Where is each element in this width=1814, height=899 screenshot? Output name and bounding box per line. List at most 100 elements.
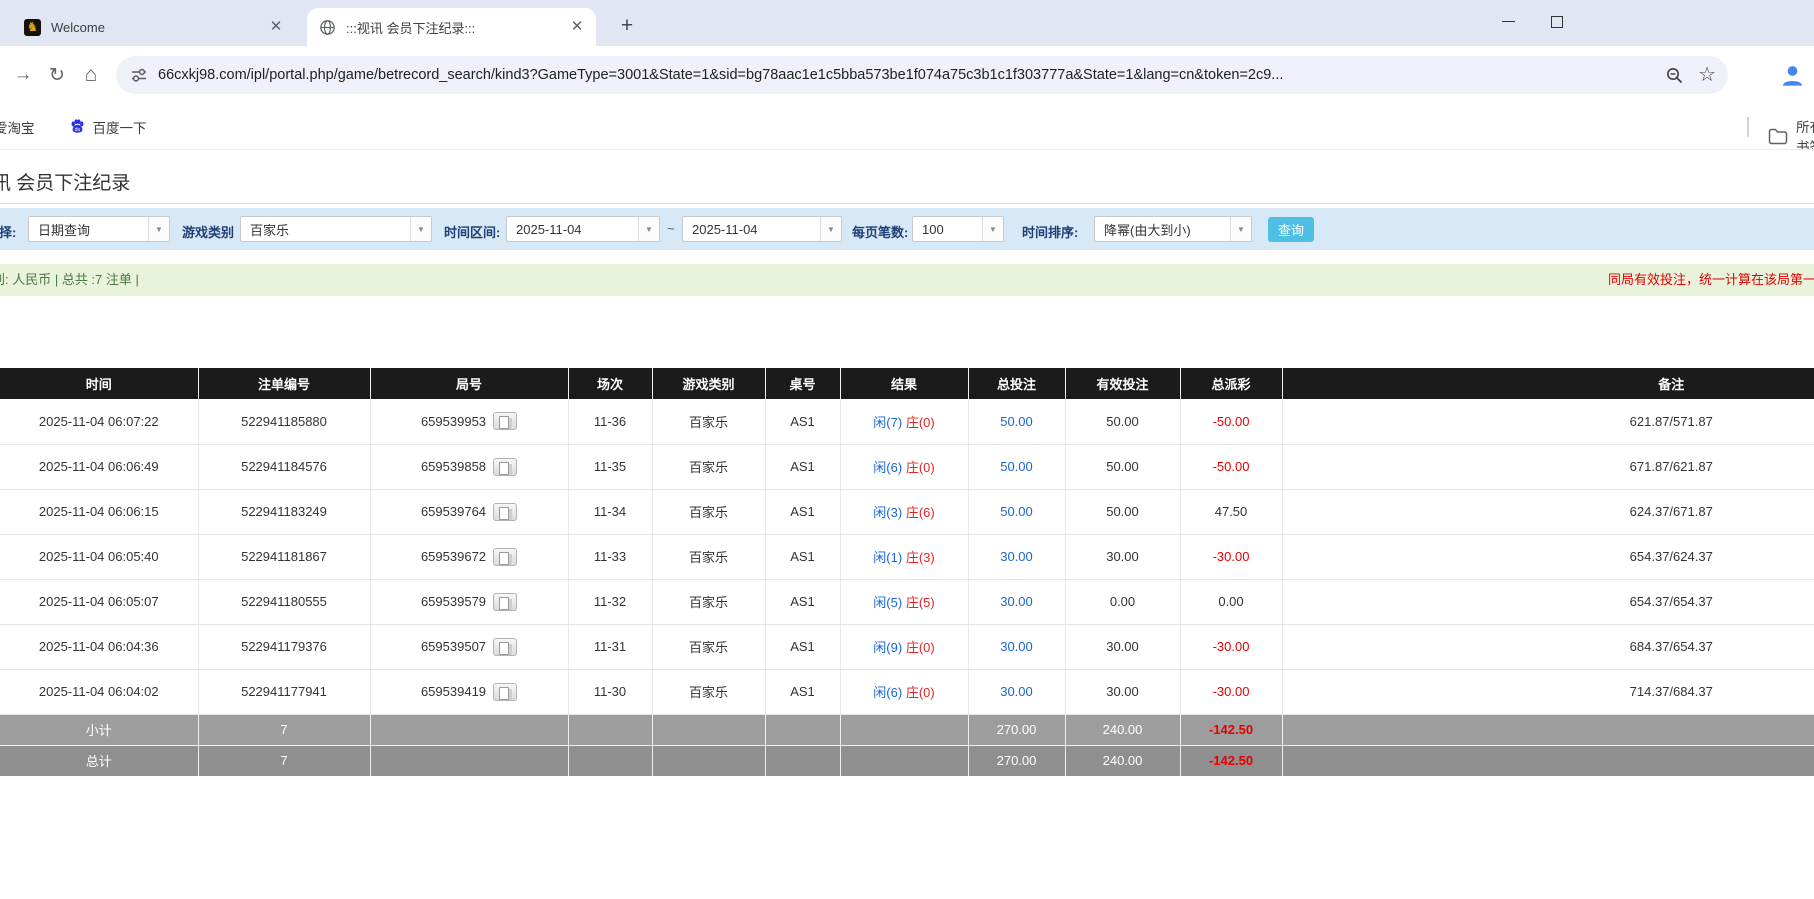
column-header: 备注 [1282, 368, 1814, 399]
cell-total-bet-link[interactable]: 50.00 [1000, 459, 1033, 474]
bookmark-star-icon[interactable]: ☆ [1698, 65, 1716, 85]
close-icon[interactable]: ✕ [267, 18, 285, 36]
page-size-select[interactable]: 100 ▼ [912, 216, 1004, 242]
cell-round-number: 659539579 [420, 594, 487, 609]
cell-total-bet-link[interactable]: 30.00 [1000, 639, 1033, 654]
cell-time: 2025-11-04 06:05:07 [38, 594, 159, 609]
zoom-icon[interactable] [1665, 66, 1684, 85]
new-tab-button[interactable]: + [614, 14, 640, 38]
bookmark-label: 爱淘宝 [0, 120, 35, 136]
query-type-select[interactable]: 日期查询 ▼ [28, 216, 170, 242]
card-preview-icon[interactable] [493, 682, 518, 701]
cell-time: 2025-11-04 06:06:15 [38, 504, 159, 519]
reload-icon[interactable]: ↻ [40, 64, 74, 87]
bookmark-taobao[interactable]: 爱淘宝 [0, 117, 35, 137]
chevron-down-icon[interactable]: ▼ [982, 217, 1003, 241]
chevron-down-icon[interactable]: ▼ [820, 217, 841, 241]
table-row: 2025-11-04 06:04:02 522941177941 659539419… [0, 669, 1814, 715]
cell-session: 11-34 [593, 504, 627, 519]
table-row: 2025-11-04 06:05:07 522941180555 659539579… [0, 579, 1814, 625]
cell-session: 11-32 [593, 594, 627, 609]
card-preview-icon[interactable] [493, 547, 518, 566]
summary-bar: 币别: 人民币 | 总共 :7 注单 | 同局有效投注，统一计算在该局第一张注单… [0, 264, 1814, 296]
result-player: 闲(5) [873, 595, 903, 610]
browser-toolbar: → ↻ ⌂ 66cxkj98.com/ipl/portal.php/game/b… [0, 46, 1814, 104]
footer-payout: -142.50 [1208, 753, 1254, 768]
cell-table-no: AS1 [790, 504, 815, 519]
column-header: 注单编号 [198, 368, 371, 399]
cell-game-type: 百家乐 [688, 505, 728, 520]
cell-table-no: AS1 [790, 459, 815, 474]
cell-session: 11-33 [593, 549, 627, 564]
bet-records-table-wrap: 时间 注单编号 局号 场次 游戏类别 桌号 结果 总投注 有效投注 总派彩 备注 2025-11-0… [0, 368, 1814, 777]
card-preview-icon[interactable] [493, 412, 518, 431]
cell-remark: 684.37/654.37 [1629, 639, 1713, 654]
cell-total-bet-link[interactable]: 30.00 [1000, 549, 1033, 564]
table-total-row: 总计 7 270.00 240.00 -142.50 [0, 745, 1814, 777]
footer-count: 7 [280, 753, 288, 768]
table-header-row: 时间 注单编号 局号 场次 游戏类别 桌号 结果 总投注 有效投注 总派彩 备注 [0, 368, 1814, 399]
bookmark-baidu[interactable]: du 百度一下 [69, 117, 147, 137]
cell-bet-id: 522941181867 [241, 549, 327, 564]
chevron-down-icon[interactable]: ▼ [638, 217, 659, 241]
sort-label: 时间排序: [1022, 225, 1079, 240]
search-button[interactable]: 查询 [1268, 217, 1314, 242]
card-preview-icon[interactable] [493, 502, 518, 521]
table-row: 2025-11-04 06:04:36 522941179376 659539507… [0, 624, 1814, 670]
date-range-label: 时间区间: [444, 225, 501, 240]
cell-bet-id: 522941179376 [241, 639, 327, 654]
table-row: 2025-11-04 06:05:40 522941181867 659539672… [0, 534, 1814, 580]
column-header: 总投注 [968, 368, 1066, 399]
cell-session: 11-30 [593, 684, 627, 699]
cell-table-no: AS1 [790, 594, 815, 609]
cell-valid-bet: 0.00 [1109, 594, 1136, 609]
sort-value: 降幂(由大到小) [1104, 222, 1191, 238]
cell-total-bet-link[interactable]: 50.00 [1000, 504, 1033, 519]
cell-bet-id: 522941180555 [241, 594, 327, 609]
result-player: 闲(1) [873, 550, 903, 565]
close-icon[interactable]: ✕ [568, 18, 586, 36]
cell-total-bet-link[interactable]: 50.00 [1000, 414, 1033, 429]
bookmarks-divider [1747, 117, 1749, 137]
date-to-input[interactable]: 2025-11-04 ▼ [682, 216, 842, 242]
cell-total-bet-link[interactable]: 30.00 [1000, 684, 1033, 699]
minimize-icon[interactable] [1501, 14, 1516, 29]
date-from-input[interactable]: 2025-11-04 ▼ [506, 216, 660, 242]
title-divider [0, 203, 1814, 204]
query-type-label: 查询选择: [0, 225, 17, 240]
chevron-down-icon[interactable]: ▼ [148, 217, 169, 241]
chevron-down-icon[interactable]: ▼ [1230, 217, 1251, 241]
url-bar[interactable]: 66cxkj98.com/ipl/portal.php/game/betreco… [116, 56, 1728, 94]
tab-betrecord[interactable]: :::视讯 会员下注纪录::: ✕ [307, 8, 596, 46]
all-bookmarks-button[interactable]: 所有书签 [1768, 116, 1814, 150]
tab-welcome[interactable]: ♞ Welcome ✕ [12, 8, 295, 46]
tune-icon[interactable] [130, 66, 148, 84]
cell-total-bet-link[interactable]: 30.00 [1000, 594, 1033, 609]
cell-valid-bet: 30.00 [1106, 684, 1139, 699]
cell-payout: -30.00 [1212, 684, 1250, 699]
card-preview-icon[interactable] [493, 637, 518, 656]
url-text[interactable]: 66cxkj98.com/ipl/portal.php/game/betreco… [158, 67, 1651, 83]
forward-icon[interactable]: → [6, 64, 40, 86]
home-icon[interactable]: ⌂ [74, 63, 108, 87]
cell-payout: -30.00 [1212, 549, 1250, 564]
game-type-label: 游戏类别 [182, 225, 235, 240]
bookmarks-bar: 爱淘宝 du 百度一下 所有书签 [0, 104, 1814, 150]
column-header: 局号 [370, 368, 569, 399]
result-banker: 庄(6) [905, 505, 935, 520]
card-preview-icon[interactable] [493, 592, 518, 611]
chevron-down-icon[interactable]: ▼ [410, 217, 431, 241]
cell-time: 2025-11-04 06:04:36 [38, 639, 159, 654]
cell-table-no: AS1 [790, 549, 815, 564]
result-banker: 庄(5) [905, 595, 935, 610]
cell-remark: 654.37/654.37 [1629, 594, 1713, 609]
sort-select[interactable]: 降幂(由大到小) ▼ [1094, 216, 1252, 242]
game-type-select[interactable]: 百家乐 ▼ [240, 216, 432, 242]
maximize-icon[interactable] [1549, 14, 1564, 29]
game-type-value: 百家乐 [250, 222, 290, 238]
profile-avatar[interactable] [1779, 62, 1806, 89]
card-preview-icon[interactable] [493, 457, 518, 476]
cell-session: 11-35 [593, 459, 627, 474]
all-bookmarks-label: 所有书签 [1796, 120, 1814, 150]
result-player: 闲(3) [873, 505, 903, 520]
